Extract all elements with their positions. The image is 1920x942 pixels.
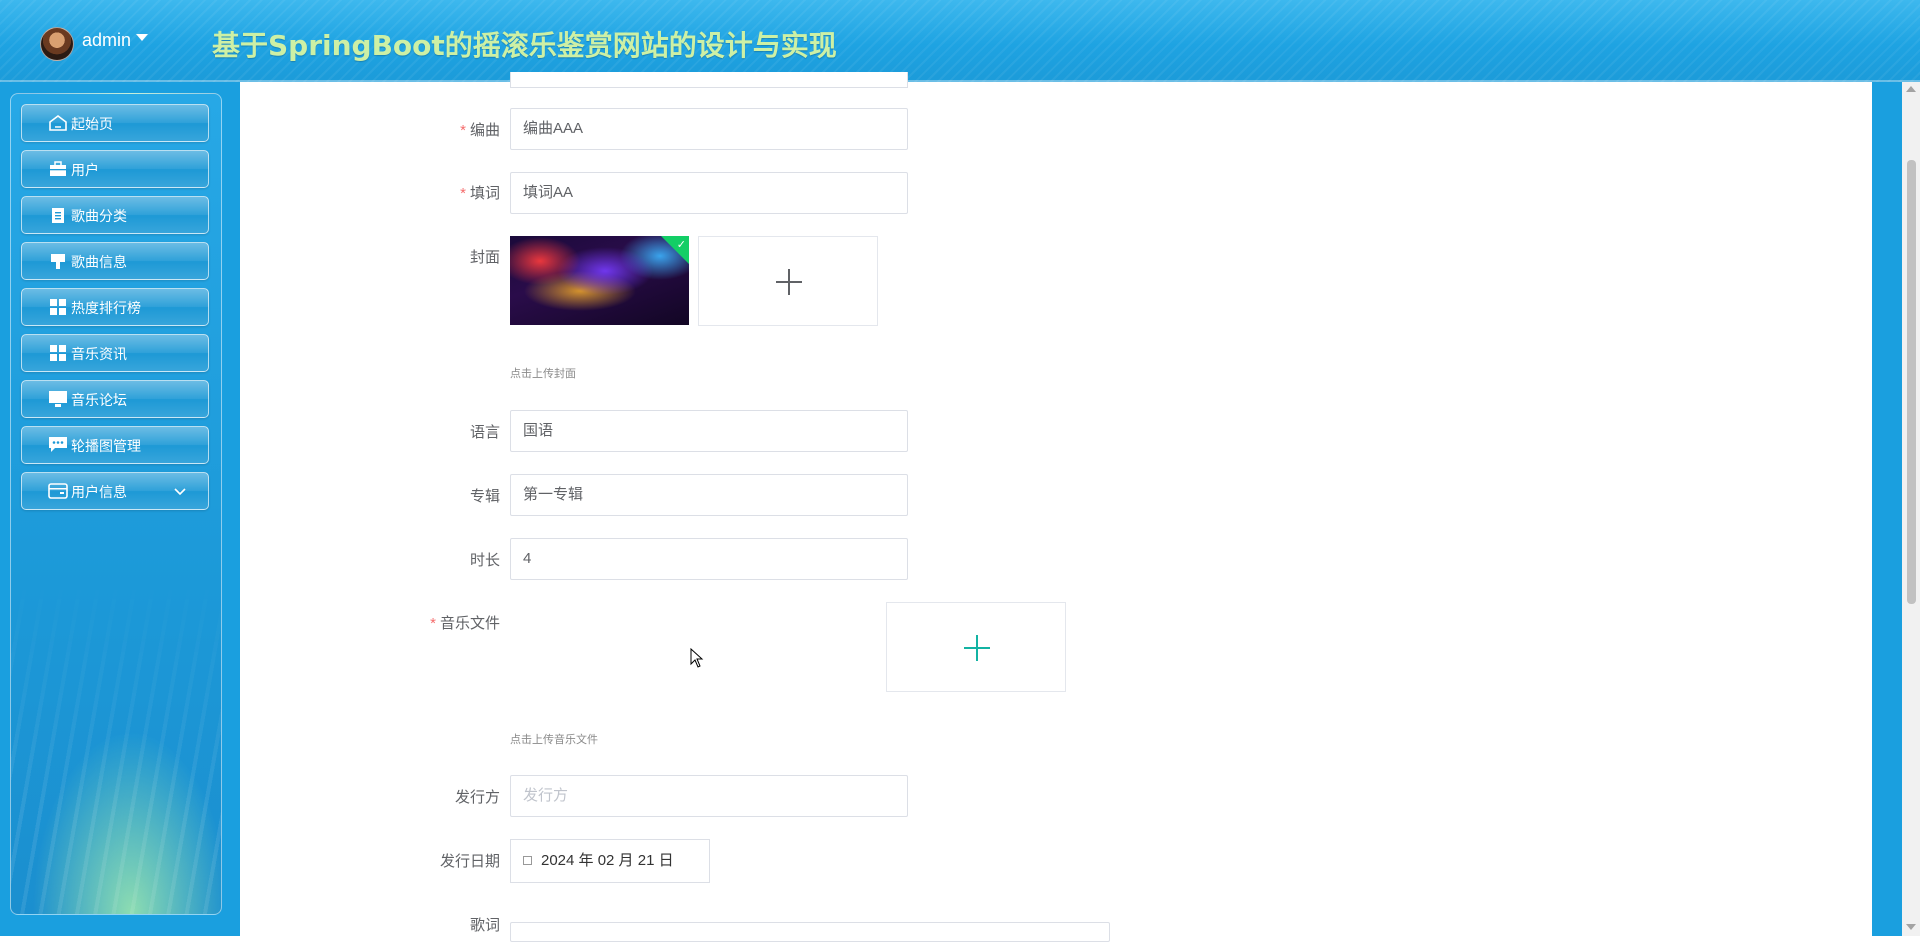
duration-label: 时长 xyxy=(469,552,500,569)
chevron-down-icon xyxy=(174,488,186,496)
cover-upload-hint: 点击上传封面 xyxy=(510,367,576,380)
publisher-label: 发行方 xyxy=(454,789,500,806)
grid-icon xyxy=(50,299,66,315)
card-icon xyxy=(48,483,68,499)
username[interactable]: admin xyxy=(82,30,131,51)
composer-input[interactable]: 编曲AAA xyxy=(510,108,908,150)
lyrics-label: 歌词 xyxy=(469,917,500,934)
brush-icon xyxy=(51,254,65,269)
briefcase-icon xyxy=(50,161,66,176)
cover-upload-button[interactable] xyxy=(698,236,878,326)
required-star: * xyxy=(460,122,466,139)
check-icon: ✓ xyxy=(676,238,686,251)
required-star: * xyxy=(430,615,436,632)
sidebar-item-label: 歌曲信息 xyxy=(71,255,127,271)
composer-label: * 编曲 xyxy=(460,122,500,139)
sidebar-item-hot-ranking[interactable]: 热度排行榜 xyxy=(21,288,209,326)
right-border xyxy=(1872,82,1902,936)
sidebar-item-music-forum[interactable]: 音乐论坛 xyxy=(21,380,209,418)
sidebar-item-label: 轮播图管理 xyxy=(71,439,141,455)
sidebar-item-label: 热度排行榜 xyxy=(71,301,141,317)
sidebar-item-label: 音乐论坛 xyxy=(71,393,127,409)
clipboard-icon xyxy=(52,208,64,223)
chat-icon xyxy=(49,437,67,452)
sidebar-item-song-info[interactable]: 歌曲信息 xyxy=(21,242,209,280)
monitor-icon xyxy=(49,391,67,407)
release-date-label: 发行日期 xyxy=(439,853,500,870)
duration-input[interactable]: 4 xyxy=(510,538,908,580)
mouse-cursor-icon xyxy=(690,648,704,668)
music-file-upload-hint: 点击上传音乐文件 xyxy=(510,733,598,746)
main-content xyxy=(240,82,1872,936)
sidebar-item-music-news[interactable]: 音乐资讯 xyxy=(21,334,209,372)
release-date-input[interactable]: 2024 年 02 月 21 日 xyxy=(510,839,710,883)
sidebar-item-user-info[interactable]: 用户信息 xyxy=(21,472,209,510)
previous-field-input[interactable] xyxy=(510,72,908,88)
site-title: 基于SpringBoot的摇滚乐鉴赏网站的设计与实现 xyxy=(212,29,837,62)
sidebar-item-label: 用户信息 xyxy=(71,485,127,501)
grid-icon xyxy=(50,345,66,361)
music-file-label: * 音乐文件 xyxy=(430,615,500,632)
caret-down-icon[interactable] xyxy=(136,34,148,41)
scrollbar-thumb[interactable] xyxy=(1907,160,1916,604)
sidebar-item-users[interactable]: 用户 xyxy=(21,150,209,188)
publisher-input[interactable]: 发行方 xyxy=(510,775,908,817)
home-icon xyxy=(49,115,67,131)
sidebar-item-label: 音乐资讯 xyxy=(71,347,127,363)
album-input[interactable]: 第一专辑 xyxy=(510,474,908,516)
lyricist-input[interactable]: 填词AA xyxy=(510,172,908,214)
language-label: 语言 xyxy=(469,424,500,441)
lyrics-textarea[interactable] xyxy=(510,922,1110,942)
lyricist-label: * 填词 xyxy=(460,185,500,202)
plus-icon-vertical xyxy=(976,635,978,661)
sidebar-item-label: 起始页 xyxy=(71,117,113,133)
sidebar: 起始页 用户 歌曲分类 歌曲信息 热度排行榜 音乐资讯 音乐论坛 轮播图管理 用… xyxy=(10,93,222,915)
cover-image-thumbnail[interactable]: ✓ xyxy=(510,236,689,325)
plus-icon-vertical xyxy=(788,269,790,295)
release-date-value: 2024 年 02 月 21 日 xyxy=(541,852,674,869)
calendar-icon xyxy=(523,856,532,865)
sidebar-item-carousel[interactable]: 轮播图管理 xyxy=(21,426,209,464)
top-header: admin 基于SpringBoot的摇滚乐鉴赏网站的设计与实现 xyxy=(0,0,1920,82)
scroll-down-arrow-icon[interactable] xyxy=(1906,924,1916,930)
music-file-upload-button[interactable] xyxy=(886,602,1066,692)
required-star: * xyxy=(460,185,466,202)
cover-label: 封面 xyxy=(469,249,500,266)
scroll-up-arrow-icon[interactable] xyxy=(1906,86,1916,92)
sidebar-item-label: 用户 xyxy=(71,163,99,179)
sidebar-decoration xyxy=(11,574,221,914)
sidebar-item-song-category[interactable]: 歌曲分类 xyxy=(21,196,209,234)
sidebar-item-label: 歌曲分类 xyxy=(71,209,127,225)
language-input[interactable]: 国语 xyxy=(510,410,908,452)
sidebar-item-home[interactable]: 起始页 xyxy=(21,104,209,142)
user-avatar[interactable] xyxy=(40,27,74,61)
album-label: 专辑 xyxy=(469,488,500,505)
